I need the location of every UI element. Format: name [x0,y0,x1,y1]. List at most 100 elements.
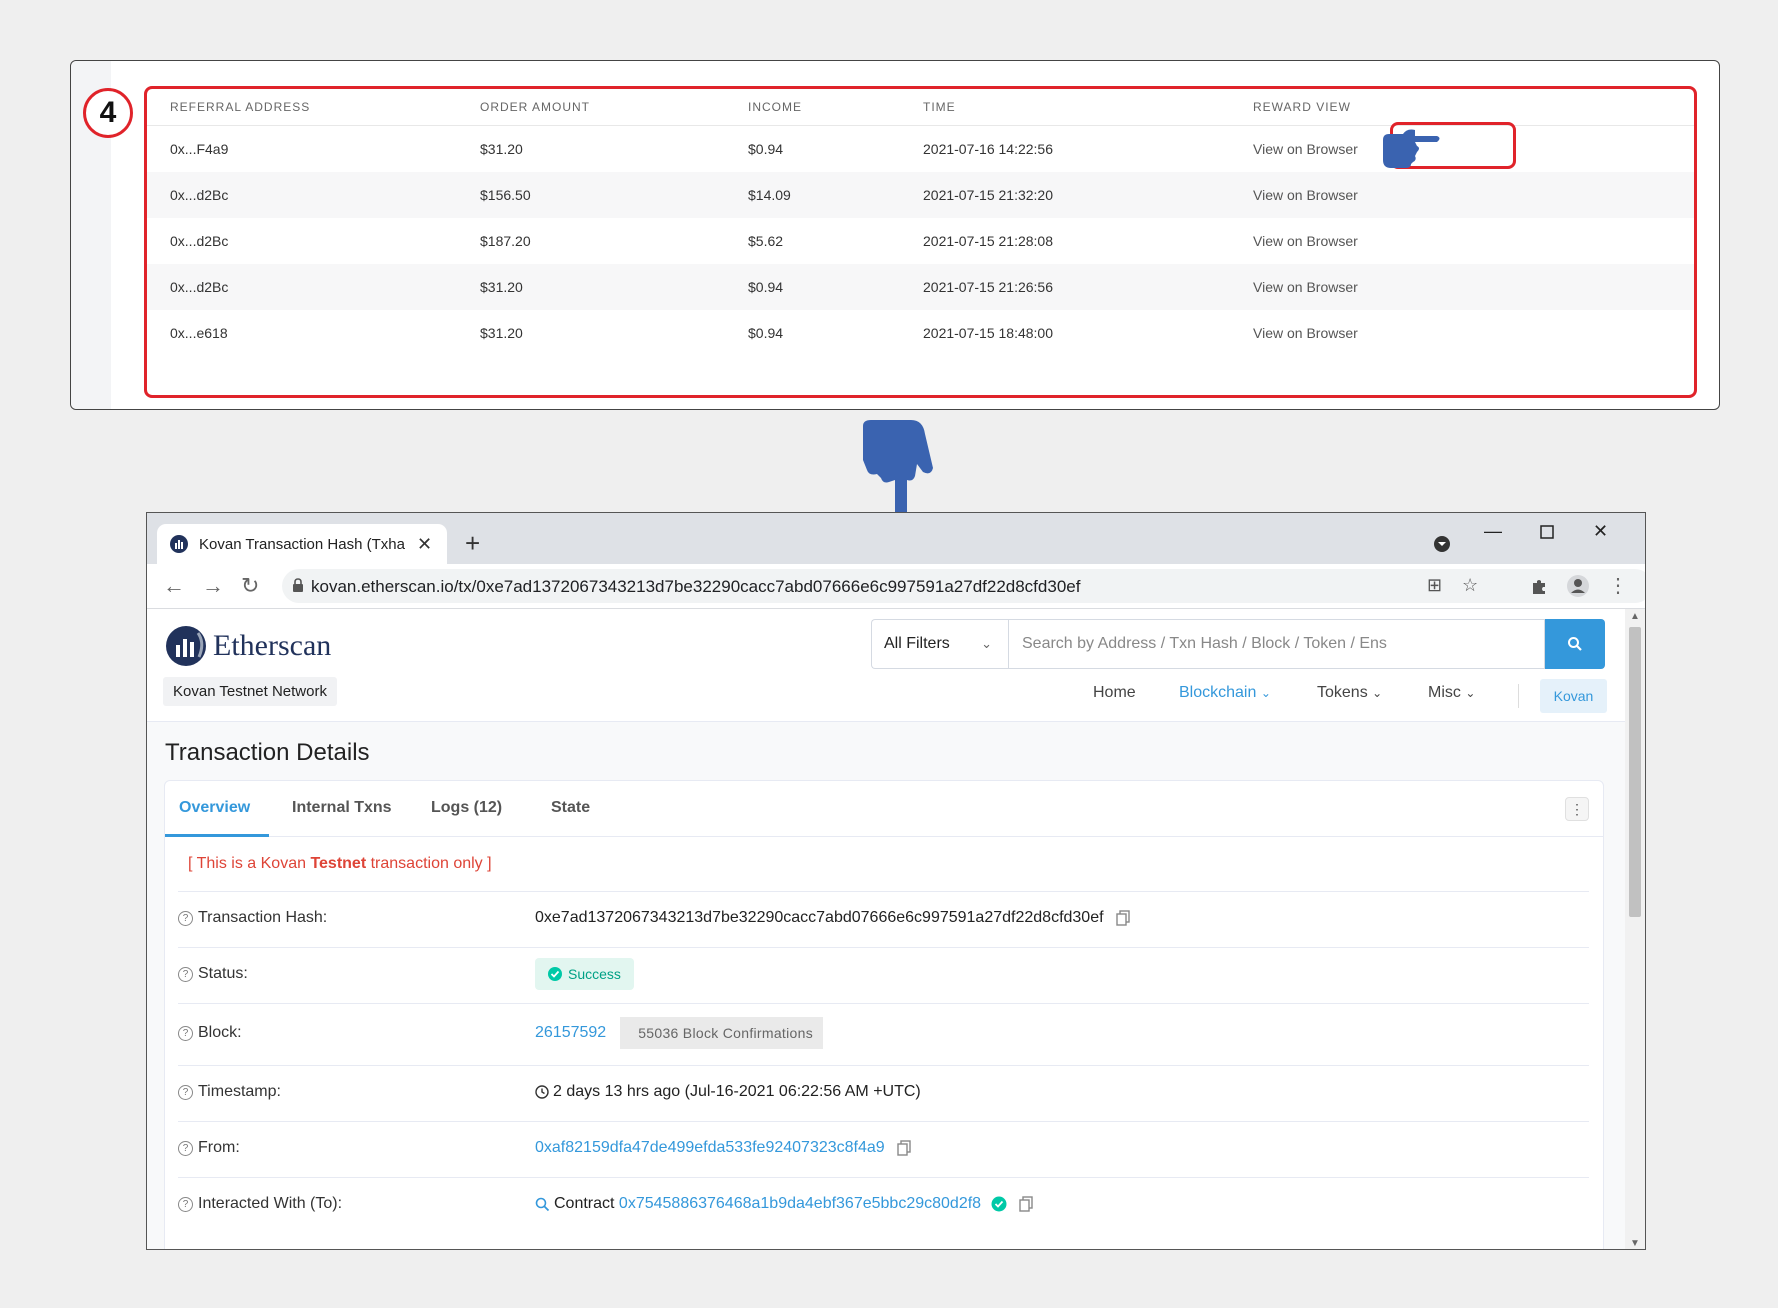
label-text: Status: [198,965,248,982]
bookmark-star-icon[interactable]: ☆ [1462,575,1478,596]
view-on-browser-link[interactable]: View on Browser [1253,325,1358,341]
cell-time: 2021-07-15 21:32:20 [923,187,1053,203]
label-interacted-with: ? Interacted With (To): [178,1195,342,1213]
lock-icon [293,578,303,592]
browser-tab[interactable]: Kovan Transaction Hash (Txha ✕ [157,524,447,564]
timestamp-text: 2 days 13 hrs ago (Jul-16-2021 06:22:56 … [553,1083,921,1100]
copy-icon[interactable] [1019,1196,1033,1212]
nav-tokens-label: Tokens [1317,684,1368,701]
view-on-browser-link[interactable]: View on Browser [1253,141,1358,157]
tab-state[interactable]: State [551,799,590,817]
label-text: Timestamp: [198,1083,281,1100]
forward-icon[interactable]: → [202,573,224,599]
row-transaction-hash: ? Transaction Hash: 0xe7ad1372067343213d7… [178,891,1589,947]
maximize-icon[interactable] [1540,525,1554,539]
translate-icon[interactable]: ⊞ [1427,575,1442,596]
etherscan-page: Etherscan Kovan Testnet Network All Filt… [147,609,1627,1249]
contract-address-link[interactable]: 0x7545886376468a1b9da4ebf367e5bbc29c80d2… [619,1195,981,1213]
note-prefix: [ This is a Kovan [188,855,311,872]
minimize-icon[interactable]: — [1484,521,1502,542]
help-icon[interactable]: ? [178,1084,193,1100]
referral-panel: 4 REFERRAL ADDRESS ORDER AMOUNT INCOME T… [70,60,1720,410]
help-icon[interactable]: ? [178,910,193,926]
cell-address: 0x...e618 [170,325,228,341]
step-number-badge: 4 [83,88,133,138]
page-scrollbar[interactable]: ▲ ▼ [1625,609,1645,1249]
copy-icon[interactable] [1115,910,1130,926]
nav-misc[interactable]: Misc ⌄ [1428,684,1475,702]
cell-address: 0x...F4a9 [170,141,229,157]
copy-icon[interactable] [896,1140,911,1156]
scroll-thumb[interactable] [1629,627,1641,917]
value-timestamp: 2 days 13 hrs ago (Jul-16-2021 06:22:56 … [535,1083,921,1101]
label-block: ? Block: [178,1024,242,1042]
browser-menu-icon[interactable]: ⋮ [1608,573,1628,598]
reload-icon[interactable]: ↻ [241,573,259,599]
back-icon[interactable]: ← [163,573,185,599]
cell-amount: $31.20 [480,279,523,295]
nav-blockchain[interactable]: Blockchain ⌄ [1179,684,1271,702]
view-on-browser-link[interactable]: View on Browser [1253,187,1358,203]
cell-amount: $31.20 [480,325,523,341]
filter-select[interactable]: All Filters ⌄ [871,619,1008,669]
row-block: ? Block: 26157592 55036 Block Confirmatio… [178,1003,1589,1065]
header-income: INCOME [748,100,802,114]
from-address-link[interactable]: 0xaf82159dfa47de499efda533fe92407323c8f4… [535,1139,885,1157]
tab-internal-txns[interactable]: Internal Txns [292,799,392,817]
cell-amount: $156.50 [480,187,531,203]
row-from: ? From: 0xaf82159dfa47de499efda533fe92407… [178,1121,1589,1177]
etherscan-favicon-icon [170,535,188,553]
row-interacted-with: ? Interacted With (To): Contract 0x754588… [178,1177,1589,1233]
etherscan-logo[interactable]: Etherscan [165,625,331,667]
new-tab-icon[interactable]: + [465,528,480,559]
chevron-down-icon: ⌄ [1260,686,1271,700]
tx-hash-text: 0xe7ad1372067343213d7be32290cacc7abd0766… [535,909,1104,926]
help-icon[interactable]: ? [178,1140,193,1156]
cell-time: 2021-07-15 18:48:00 [923,325,1053,341]
view-on-browser-link[interactable]: View on Browser [1253,279,1358,295]
profile-avatar-icon[interactable] [1566,574,1590,598]
nav-home[interactable]: Home [1093,684,1136,702]
cell-address: 0x...d2Bc [170,233,229,249]
header-time: TIME [923,100,956,114]
omnibox[interactable]: kovan.etherscan.io/tx/0xe7ad137206734321… [282,569,1645,603]
close-tab-icon[interactable]: ✕ [417,534,432,555]
network-switch-button[interactable]: Kovan [1540,679,1607,713]
status-badge: Success [535,958,634,990]
active-tab-indicator [165,834,269,837]
scroll-down-icon[interactable]: ▼ [1630,1238,1640,1249]
header-referral-address: REFERRAL ADDRESS [170,100,311,114]
cell-address: 0x...d2Bc [170,187,229,203]
filter-value: All Filters [884,635,950,652]
value-interacted-with: Contract 0x7545886376468a1b9da4ebf367e5b… [535,1195,1033,1213]
table-row: 0x...d2Bc $156.50 $14.09 2021-07-15 21:3… [147,172,1694,218]
more-options-icon[interactable]: ⋮ [1565,797,1589,821]
transaction-card: Overview Internal Txns Logs (12) State ⋮… [164,780,1604,1249]
nav-blockchain-label: Blockchain [1179,684,1257,701]
tab-logs[interactable]: Logs (12) [431,799,502,817]
tab-overview[interactable]: Overview [179,799,250,817]
url-text: kovan.etherscan.io/tx/0xe7ad137206734321… [311,577,1081,596]
label-timestamp: ? Timestamp: [178,1083,281,1101]
contract-search-icon [535,1197,550,1211]
help-icon[interactable]: ? [178,966,193,982]
block-number-link[interactable]: 26157592 [535,1024,606,1042]
help-icon[interactable]: ? [178,1196,193,1212]
label-status: ? Status: [178,965,248,983]
search-input[interactable]: Search by Address / Txn Hash / Block / T… [1008,619,1545,669]
label-text: Block: [198,1024,242,1041]
extensions-icon[interactable] [1530,578,1548,596]
search-button[interactable] [1545,619,1605,669]
address-bar: ← → ↻ kovan.etherscan.io/tx/0xe7ad137206… [147,564,1645,609]
tab-search-icon[interactable] [1433,535,1451,553]
page-title: Transaction Details [165,739,370,766]
help-icon[interactable]: ? [178,1025,193,1041]
table-row: 0x...d2Bc $187.20 $5.62 2021-07-15 21:28… [147,218,1694,264]
nav-tokens[interactable]: Tokens ⌄ [1317,684,1382,702]
value-from: 0xaf82159dfa47de499efda533fe92407323c8f4… [535,1139,911,1157]
view-on-browser-link[interactable]: View on Browser [1253,233,1358,249]
browser-window: Kovan Transaction Hash (Txha ✕ + — ✕ ← →… [146,512,1646,1250]
row-timestamp: ? Timestamp: 2 days 13 hrs ago (Jul-16-20… [178,1065,1589,1121]
scroll-up-icon[interactable]: ▲ [1630,611,1640,622]
close-window-icon[interactable]: ✕ [1593,521,1608,542]
